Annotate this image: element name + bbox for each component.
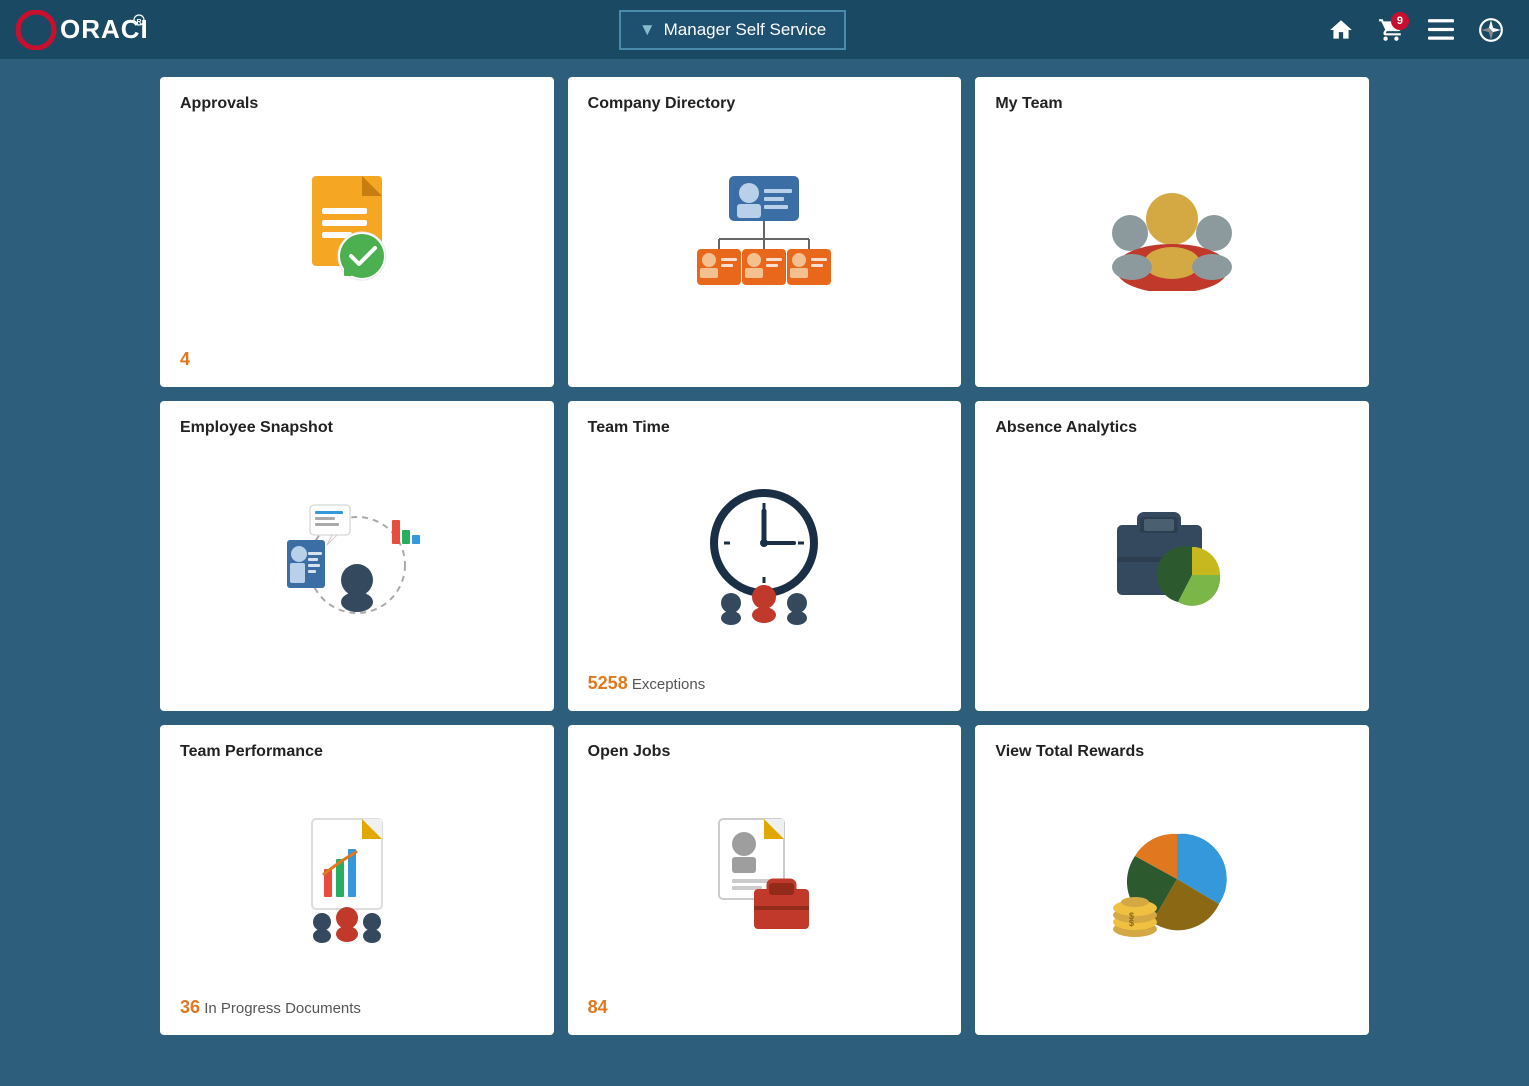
svg-text:$: $ [1129, 911, 1134, 921]
cart-badge: 9 [1391, 12, 1409, 30]
tile-my-team-title: My Team [995, 95, 1349, 113]
nav-label: Manager Self Service [664, 20, 827, 40]
tile-approvals-title: Approvals [180, 95, 534, 113]
tile-team-time[interactable]: Team Time [568, 401, 962, 711]
compass-button[interactable] [1469, 8, 1513, 52]
oracle-logo: ORACLE R [16, 10, 146, 50]
tile-team-performance-footer: 36 In Progress Documents [180, 997, 534, 1019]
tile-company-directory[interactable]: Company Directory [568, 77, 962, 387]
cart-button[interactable]: 9 [1369, 8, 1413, 52]
tile-employee-snapshot-title: Employee Snapshot [180, 419, 534, 437]
nav-arrow: ▼ [639, 20, 656, 40]
employee-snapshot-icon [180, 445, 534, 665]
tile-view-total-rewards-title: View Total Rewards [995, 743, 1349, 761]
company-directory-icon [588, 121, 942, 341]
tile-view-total-rewards-footer [995, 997, 1349, 1019]
view-total-rewards-icon: $ $ [995, 769, 1349, 989]
header-icons: 9 [1319, 8, 1513, 52]
tile-open-jobs-title: Open Jobs [588, 743, 942, 761]
tile-open-jobs[interactable]: Open Jobs 84 [568, 725, 962, 1035]
tile-approvals[interactable]: Approvals 4 [160, 77, 554, 387]
tile-absence-analytics-title: Absence Analytics [995, 419, 1349, 437]
team-performance-icon [180, 769, 534, 989]
tile-open-jobs-footer: 84 [588, 997, 942, 1019]
tile-company-directory-footer [588, 349, 942, 371]
tile-my-team[interactable]: My Team [975, 77, 1369, 387]
tile-team-performance[interactable]: Team Performance [160, 725, 554, 1035]
header: ORACLE R ▼ Manager Self Service 9 [0, 0, 1529, 59]
tiles-grid: Approvals 4 [0, 63, 1529, 1049]
tile-team-time-footer: 5258 Exceptions [588, 673, 942, 695]
tile-absence-analytics-footer [995, 673, 1349, 695]
svg-text:R: R [137, 19, 143, 26]
tile-team-performance-title: Team Performance [180, 743, 534, 761]
home-button[interactable] [1319, 8, 1363, 52]
svg-text:ORACLE: ORACLE [60, 14, 146, 44]
tile-employee-snapshot[interactable]: Employee Snapshot [160, 401, 554, 711]
approvals-icon [180, 121, 534, 341]
team-time-icon [588, 445, 942, 665]
nav-dropdown[interactable]: ▼ Manager Self Service [619, 10, 846, 50]
tile-view-total-rewards[interactable]: View Total Rewards $ $ [975, 725, 1369, 1035]
tile-company-directory-title: Company Directory [588, 95, 942, 113]
tile-my-team-footer [995, 349, 1349, 371]
tile-employee-snapshot-footer [180, 673, 534, 695]
my-team-icon [995, 121, 1349, 341]
menu-button[interactable] [1419, 8, 1463, 52]
open-jobs-icon [588, 769, 942, 989]
absence-analytics-icon [995, 445, 1349, 665]
tile-approvals-footer: 4 [180, 349, 534, 371]
tile-team-time-title: Team Time [588, 419, 942, 437]
tile-absence-analytics[interactable]: Absence Analytics [975, 401, 1369, 711]
